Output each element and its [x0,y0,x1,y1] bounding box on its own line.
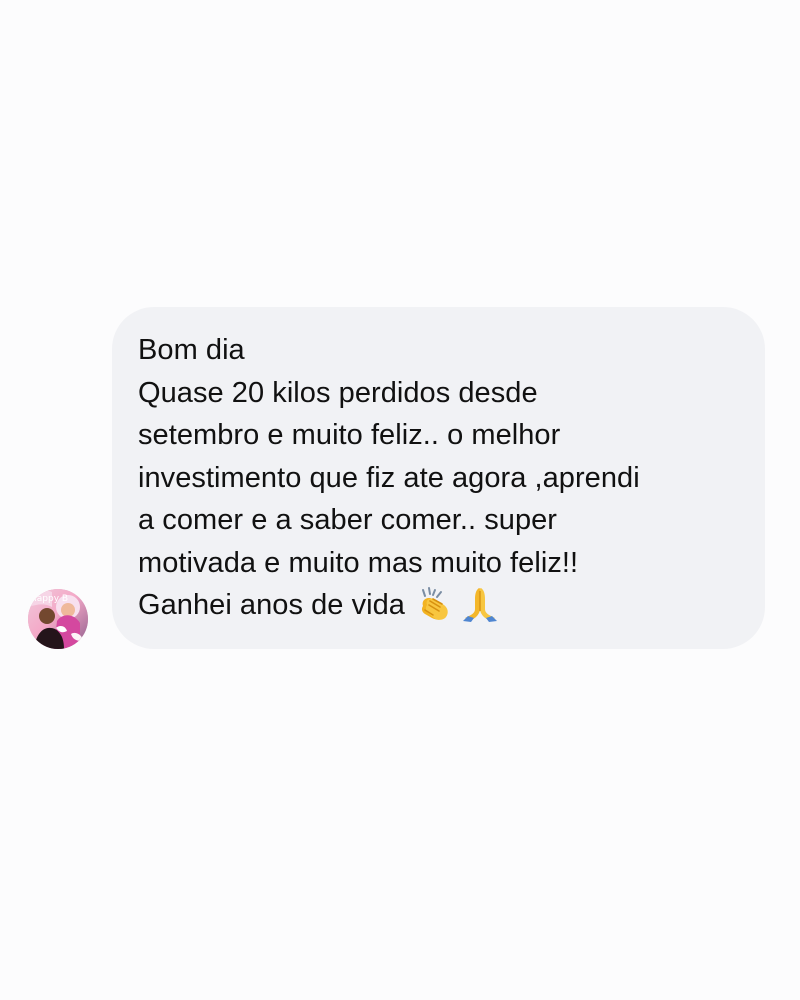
message-line-7: Ganhei anos de vida [138,584,740,627]
message-row: Happy B Bom dia Quase 20 kilos perdidos … [0,0,800,1000]
avatar-image: Happy B [28,589,88,649]
avatar-label-fragment: Happy B [30,594,68,604]
message-line-3: setembro e muito feliz.. o melhor [138,419,561,451]
message-line-7-text: Ganhei anos de vida [138,589,405,621]
emoji-group [413,582,501,624]
avatar[interactable]: Happy B [28,589,88,649]
message-line-5: a comer e a saber comer.. super [138,504,558,536]
message-bubble[interactable]: Bom dia Quase 20 kilos perdidos desde se… [112,307,765,649]
clapping-hands-icon [413,582,455,624]
message-line-2: Quase 20 kilos perdidos desde [138,376,538,409]
message-line-4: investimento que fiz ate agora ,aprendi [138,461,640,494]
message-line-1: Bom dia [138,334,245,366]
folded-hands-icon [459,582,501,624]
message-line-6: motivada e muito mas muito feliz!! [138,546,579,579]
